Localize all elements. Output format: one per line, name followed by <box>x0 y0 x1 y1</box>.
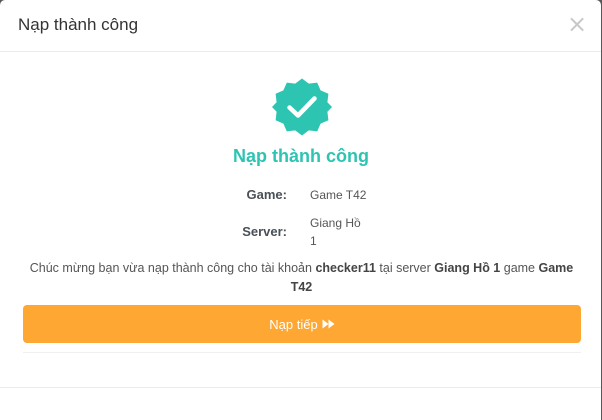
check-badge-icon <box>272 78 332 136</box>
fast-forward-icon <box>322 319 335 329</box>
server-value: Giang Hồ 1 <box>310 216 361 248</box>
continue-button-label: Nạp tiếp <box>269 316 318 332</box>
message-account: checker11 <box>315 261 376 275</box>
content-divider <box>23 352 581 353</box>
game-value: Game T42 <box>310 188 367 202</box>
success-modal: Nạp thành công × Nạp thành công Game: Ga… <box>0 0 601 420</box>
message-suffix: game <box>500 261 539 275</box>
message-middle: tại server <box>375 261 435 275</box>
server-label: Server: <box>242 224 287 239</box>
badge-shape <box>272 78 332 136</box>
success-message: Chúc mừng bạn vừa nạp thành công cho tài… <box>24 259 579 297</box>
message-prefix: Chúc mừng bạn vừa nạp thành công cho tài… <box>29 261 316 275</box>
game-label: Game: <box>246 187 287 202</box>
close-button[interactable]: × <box>567 12 587 36</box>
success-heading: Nạp thành công <box>233 146 369 166</box>
message-server: Giang Hồ 1 <box>434 261 501 275</box>
modal-title: Nạp thành công <box>18 15 139 34</box>
continue-topup-button[interactable]: Nạp tiếp <box>23 305 581 343</box>
modal-header: Nạp thành công × <box>0 0 601 52</box>
modal-footer <box>0 387 601 420</box>
